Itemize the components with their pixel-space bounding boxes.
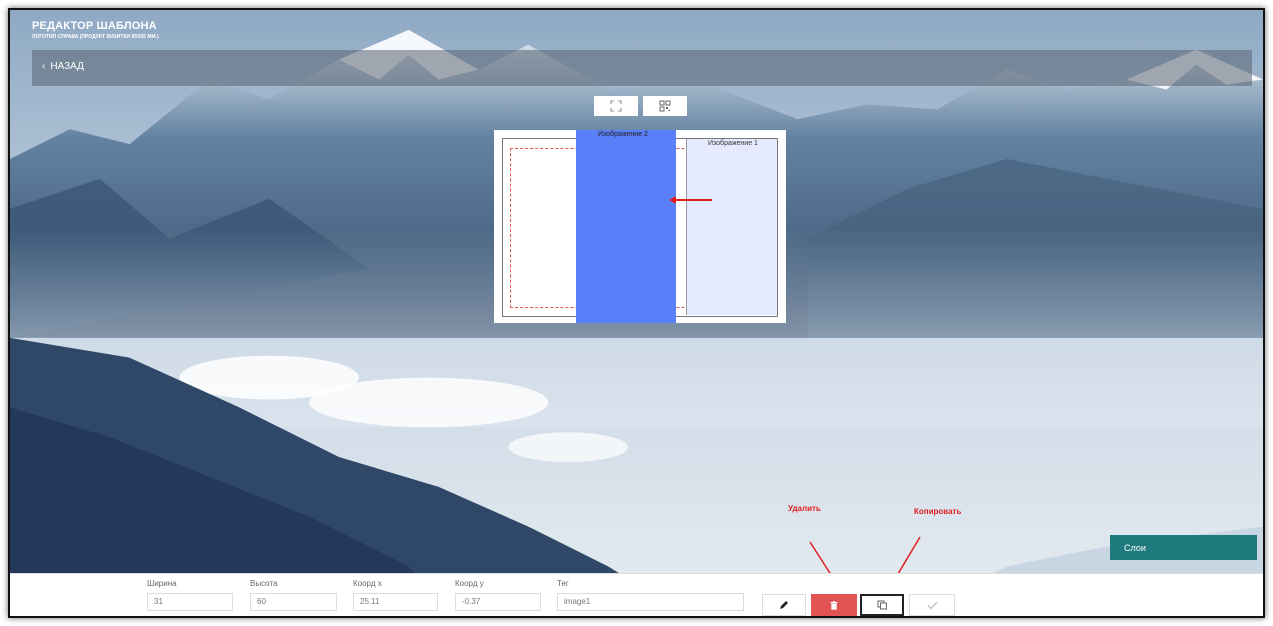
- expand-icon: [610, 100, 622, 112]
- tag-field-group: Тег: [557, 579, 744, 611]
- pencil-icon: [780, 601, 788, 609]
- image-1-element[interactable]: [686, 139, 777, 315]
- x-coord-label: Коорд x: [353, 579, 382, 588]
- height-label: Высота: [250, 579, 278, 588]
- chevron-left-icon: ‹: [42, 61, 46, 72]
- width-input[interactable]: [147, 592, 233, 611]
- page-subtitle: ЛОГОТИП СПРАВА (ПРОДУКТ ВИЗИТКИ 85Х55 ММ…: [32, 34, 159, 40]
- y-coord-label: Коорд y: [455, 579, 484, 588]
- properties-panel: Ширина Высота Коорд x Коорд y Тег: [10, 573, 1263, 616]
- height-input[interactable]: [250, 592, 337, 611]
- layers-button[interactable]: Слои: [1110, 535, 1257, 560]
- qr-code-icon: [659, 100, 671, 112]
- tag-input[interactable]: [557, 592, 744, 611]
- qr-code-button[interactable]: [643, 96, 687, 116]
- fullscreen-button[interactable]: [594, 96, 638, 116]
- y-coord-input[interactable]: [455, 592, 541, 611]
- arrow-head-icon: [669, 196, 676, 204]
- page-title: РЕДАКТОР ШАБЛОНА: [32, 20, 157, 32]
- delete-button[interactable]: [811, 594, 857, 616]
- image-2-label: Изображение 2: [598, 131, 648, 138]
- y-coord-field-group: Коорд y: [455, 579, 541, 611]
- image-2-element[interactable]: [576, 130, 676, 323]
- design-canvas[interactable]: Изображение 1 Изображение 2: [494, 130, 786, 323]
- annotation-arrow: [674, 199, 712, 201]
- x-coord-field-group: Коорд x: [353, 579, 438, 611]
- width-label: Ширина: [147, 579, 177, 588]
- check-icon: [927, 601, 937, 609]
- image-1-label: Изображение 1: [708, 140, 758, 147]
- copy-icon: [877, 600, 887, 610]
- height-field-group: Высота: [250, 579, 337, 611]
- trash-icon: [830, 600, 838, 610]
- nav-bar: ‹ НАЗАД: [32, 50, 1252, 86]
- copy-button[interactable]: [860, 594, 904, 616]
- delete-annotation: Удалить: [788, 504, 821, 513]
- back-label: НАЗАД: [50, 61, 84, 72]
- width-field-group: Ширина: [147, 579, 233, 611]
- back-button[interactable]: ‹ НАЗАД: [42, 61, 84, 72]
- tag-label: Тег: [557, 579, 569, 588]
- editor-window: РЕДАКТОР ШАБЛОНА ЛОГОТИП СПРАВА (ПРОДУКТ…: [8, 8, 1265, 618]
- x-coord-input[interactable]: [353, 592, 438, 611]
- confirm-button[interactable]: [909, 594, 955, 616]
- edit-button[interactable]: [762, 594, 806, 616]
